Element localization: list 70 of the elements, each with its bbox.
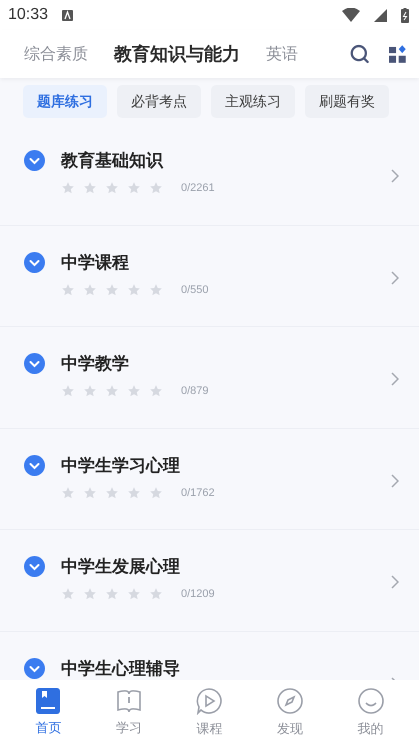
star-icon [83, 587, 97, 601]
nav-tab[interactable]: 首页 [18, 688, 78, 736]
status-time: 10:33 [8, 6, 48, 24]
chapter-title: 中学生心理辅导 [61, 658, 181, 680]
star-icon [83, 181, 97, 195]
star-icon [83, 486, 97, 500]
expand-icon[interactable] [24, 353, 45, 374]
star-icon [105, 486, 119, 500]
filter-tab[interactable]: 题库练习 [23, 85, 107, 118]
star-icon [127, 282, 141, 296]
chevron-right-icon [391, 474, 399, 488]
compass-icon [276, 686, 304, 714]
expand-icon[interactable] [24, 556, 45, 577]
filter-tab[interactable]: 刷题有奖 [305, 85, 389, 118]
play-icon [195, 686, 224, 714]
chapter-title: 教育基础知识 [61, 150, 164, 173]
progress-count: 0/2261 [181, 182, 215, 194]
progress-count: 0/550 [181, 284, 209, 296]
chevron-right-icon [391, 372, 399, 386]
star-icon [149, 587, 163, 601]
star-icon [149, 282, 163, 296]
expand-icon[interactable] [24, 658, 45, 678]
search-icon[interactable] [350, 43, 370, 65]
user-icon [356, 686, 385, 714]
chapter-row[interactable]: 中学课程 0/550 [0, 226, 419, 327]
star-icon [61, 282, 75, 296]
star-icon [105, 384, 119, 398]
battery-icon [401, 8, 409, 22]
chapter-row[interactable]: 中学生发展心理 0/1209 [0, 530, 419, 632]
filter-tab[interactable]: 必背考点 [117, 85, 201, 118]
book-icon [36, 688, 60, 714]
signal-icon [374, 8, 387, 22]
star-icon [149, 181, 163, 195]
filter-tab[interactable]: 主观练习 [211, 85, 295, 118]
star-icon [127, 486, 141, 500]
expand-icon[interactable] [24, 252, 45, 272]
star-icon [127, 384, 141, 398]
star-icon [83, 282, 97, 296]
chapter-title: 中学教学 [61, 353, 130, 376]
star-icon [127, 181, 141, 195]
star-icon [149, 486, 163, 500]
expand-icon[interactable] [24, 150, 45, 171]
notification-icon [62, 10, 74, 20]
star-icon [105, 587, 119, 601]
chevron-right-icon [391, 575, 399, 589]
chapter-row[interactable]: 教育基础知识 0/2261 [0, 124, 419, 226]
star-icon [61, 384, 75, 398]
star-icon [105, 282, 119, 296]
chapter-title: 中学生发展心理 [61, 556, 181, 579]
star-icon [61, 587, 75, 601]
progress-count: 0/1762 [181, 486, 215, 498]
star-icon [149, 384, 163, 398]
star-icon [61, 181, 75, 195]
chapter-row[interactable]: 中学教学 0/879 [0, 327, 419, 428]
chevron-right-icon [391, 270, 399, 284]
progress-count: 0/879 [181, 385, 209, 397]
chevron-right-icon [391, 169, 399, 183]
grid-icon[interactable] [389, 44, 407, 64]
star-icon [127, 587, 141, 601]
star-icon [83, 384, 97, 398]
book-icon [114, 688, 143, 714]
chapter-title: 中学生学习心理 [61, 454, 181, 478]
progress-count: 0/1209 [181, 588, 215, 600]
expand-icon[interactable] [24, 454, 45, 476]
chapter-row[interactable]: 中学生学习心理 0/1762 [0, 428, 419, 530]
wifi-icon [342, 8, 360, 22]
subject-tab[interactable]: 教育知识与能力 [114, 42, 240, 66]
chapter-title: 中学课程 [61, 252, 130, 274]
star-icon [61, 486, 75, 500]
star-icon [105, 181, 119, 195]
